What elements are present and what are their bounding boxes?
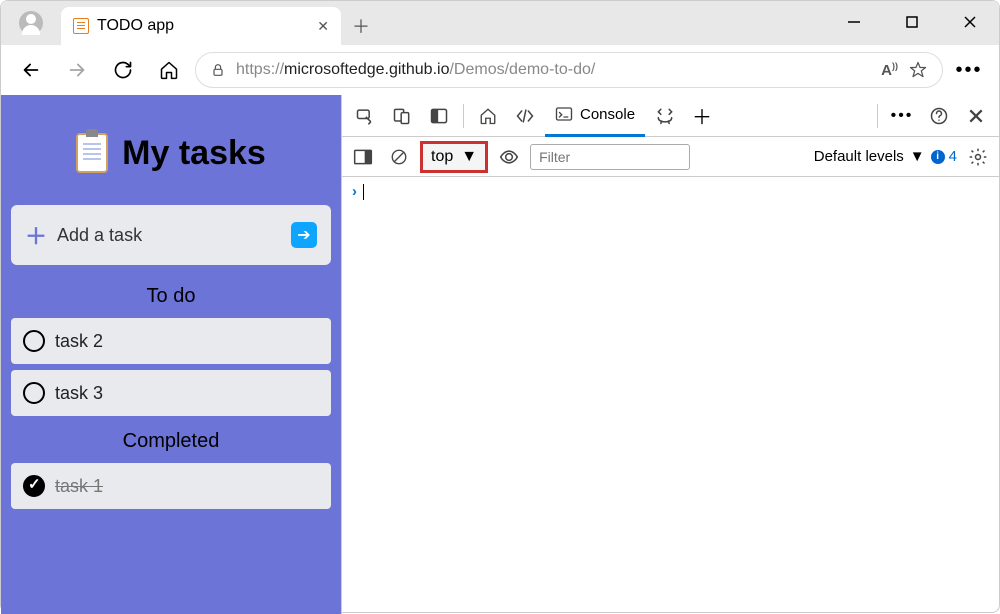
tab-favicon-icon bbox=[73, 18, 89, 34]
live-expression-button[interactable] bbox=[494, 142, 524, 172]
devtools: Console ＋ ••• top ▼ bbox=[341, 95, 999, 614]
titlebar: TODO app ✕ ＋ bbox=[1, 1, 999, 45]
window-controls bbox=[825, 1, 999, 45]
issues-icon: i bbox=[931, 150, 945, 164]
task-label: task 3 bbox=[55, 383, 103, 404]
tab-close-button[interactable]: ✕ bbox=[317, 18, 329, 35]
issues-button[interactable]: i 4 bbox=[931, 148, 957, 165]
dropdown-icon: ▼ bbox=[461, 148, 477, 166]
console-icon bbox=[555, 105, 573, 123]
profile-icon bbox=[19, 11, 43, 35]
tab-title: TODO app bbox=[97, 17, 174, 35]
prompt-chevron-icon: › bbox=[352, 183, 357, 200]
inspect-button[interactable] bbox=[348, 99, 382, 133]
new-tab-button[interactable]: ＋ bbox=[341, 7, 381, 45]
devtools-menu-button[interactable]: ••• bbox=[885, 99, 919, 133]
browser-tab[interactable]: TODO app ✕ bbox=[61, 7, 341, 45]
console-settings-button[interactable] bbox=[963, 142, 993, 172]
log-levels-dropdown[interactable]: Default levels ▼ bbox=[814, 148, 925, 165]
console-tab[interactable]: Console bbox=[545, 95, 645, 137]
forward-button[interactable] bbox=[57, 50, 97, 90]
completed-section-title: Completed bbox=[11, 430, 331, 453]
toggle-sidebar-button[interactable] bbox=[348, 142, 378, 172]
task-item[interactable]: task 2 bbox=[11, 318, 331, 364]
task-checkbox[interactable] bbox=[23, 330, 45, 352]
dock-button[interactable] bbox=[422, 99, 456, 133]
minimize-button[interactable] bbox=[825, 5, 883, 39]
close-window-button[interactable] bbox=[941, 5, 999, 39]
profile-button[interactable] bbox=[1, 1, 61, 45]
dropdown-icon: ▼ bbox=[910, 148, 925, 165]
menu-button[interactable]: ••• bbox=[949, 50, 989, 90]
console-tab-label: Console bbox=[580, 106, 635, 123]
devtools-close-button[interactable] bbox=[959, 99, 993, 133]
favorite-icon[interactable] bbox=[908, 60, 928, 80]
submit-task-button[interactable]: ➔ bbox=[291, 222, 317, 248]
sources-tab[interactable] bbox=[648, 99, 682, 133]
elements-tab[interactable] bbox=[508, 99, 542, 133]
task-label: task 1 bbox=[55, 476, 103, 497]
clear-console-button[interactable] bbox=[384, 142, 414, 172]
task-checkbox-checked[interactable] bbox=[23, 475, 45, 497]
task-item[interactable]: task 1 bbox=[11, 463, 331, 509]
task-checkbox[interactable] bbox=[23, 382, 45, 404]
console-prompt[interactable]: › bbox=[352, 183, 989, 200]
back-button[interactable] bbox=[11, 50, 51, 90]
devtools-tabs: Console ＋ ••• bbox=[342, 95, 999, 137]
cursor bbox=[363, 184, 364, 200]
clipboard-icon bbox=[76, 133, 108, 173]
main: My tasks ＋ Add a task ➔ To do task 2 tas… bbox=[1, 95, 999, 614]
maximize-button[interactable] bbox=[883, 5, 941, 39]
app-header: My tasks bbox=[11, 105, 331, 197]
navbar: https://microsoftedge.github.io/Demos/de… bbox=[1, 45, 999, 95]
console-body[interactable]: › bbox=[342, 177, 999, 614]
read-aloud-icon[interactable]: A)) bbox=[881, 61, 898, 79]
device-toggle-button[interactable] bbox=[385, 99, 419, 133]
url-text: https://microsoftedge.github.io/Demos/de… bbox=[236, 61, 871, 79]
issues-count: 4 bbox=[949, 148, 957, 165]
levels-label: Default levels bbox=[814, 148, 904, 165]
context-selector[interactable]: top ▼ bbox=[420, 141, 488, 173]
todo-section-title: To do bbox=[11, 285, 331, 308]
add-task-placeholder: Add a task bbox=[57, 225, 281, 246]
home-button[interactable] bbox=[149, 50, 189, 90]
more-tabs-button[interactable]: ＋ bbox=[685, 99, 719, 133]
task-item[interactable]: task 3 bbox=[11, 370, 331, 416]
help-button[interactable] bbox=[922, 99, 956, 133]
context-label: top bbox=[431, 148, 453, 166]
plus-icon: ＋ bbox=[25, 219, 47, 251]
filter-input[interactable] bbox=[530, 144, 690, 170]
console-toolbar: top ▼ Default levels ▼ i 4 bbox=[342, 137, 999, 177]
task-label: task 2 bbox=[55, 331, 103, 352]
add-task-input[interactable]: ＋ Add a task ➔ bbox=[11, 205, 331, 265]
lock-icon bbox=[210, 62, 226, 78]
todo-app: My tasks ＋ Add a task ➔ To do task 2 tas… bbox=[1, 95, 341, 614]
address-bar[interactable]: https://microsoftedge.github.io/Demos/de… bbox=[195, 52, 943, 88]
refresh-button[interactable] bbox=[103, 50, 143, 90]
welcome-tab[interactable] bbox=[471, 99, 505, 133]
app-title: My tasks bbox=[122, 134, 266, 173]
